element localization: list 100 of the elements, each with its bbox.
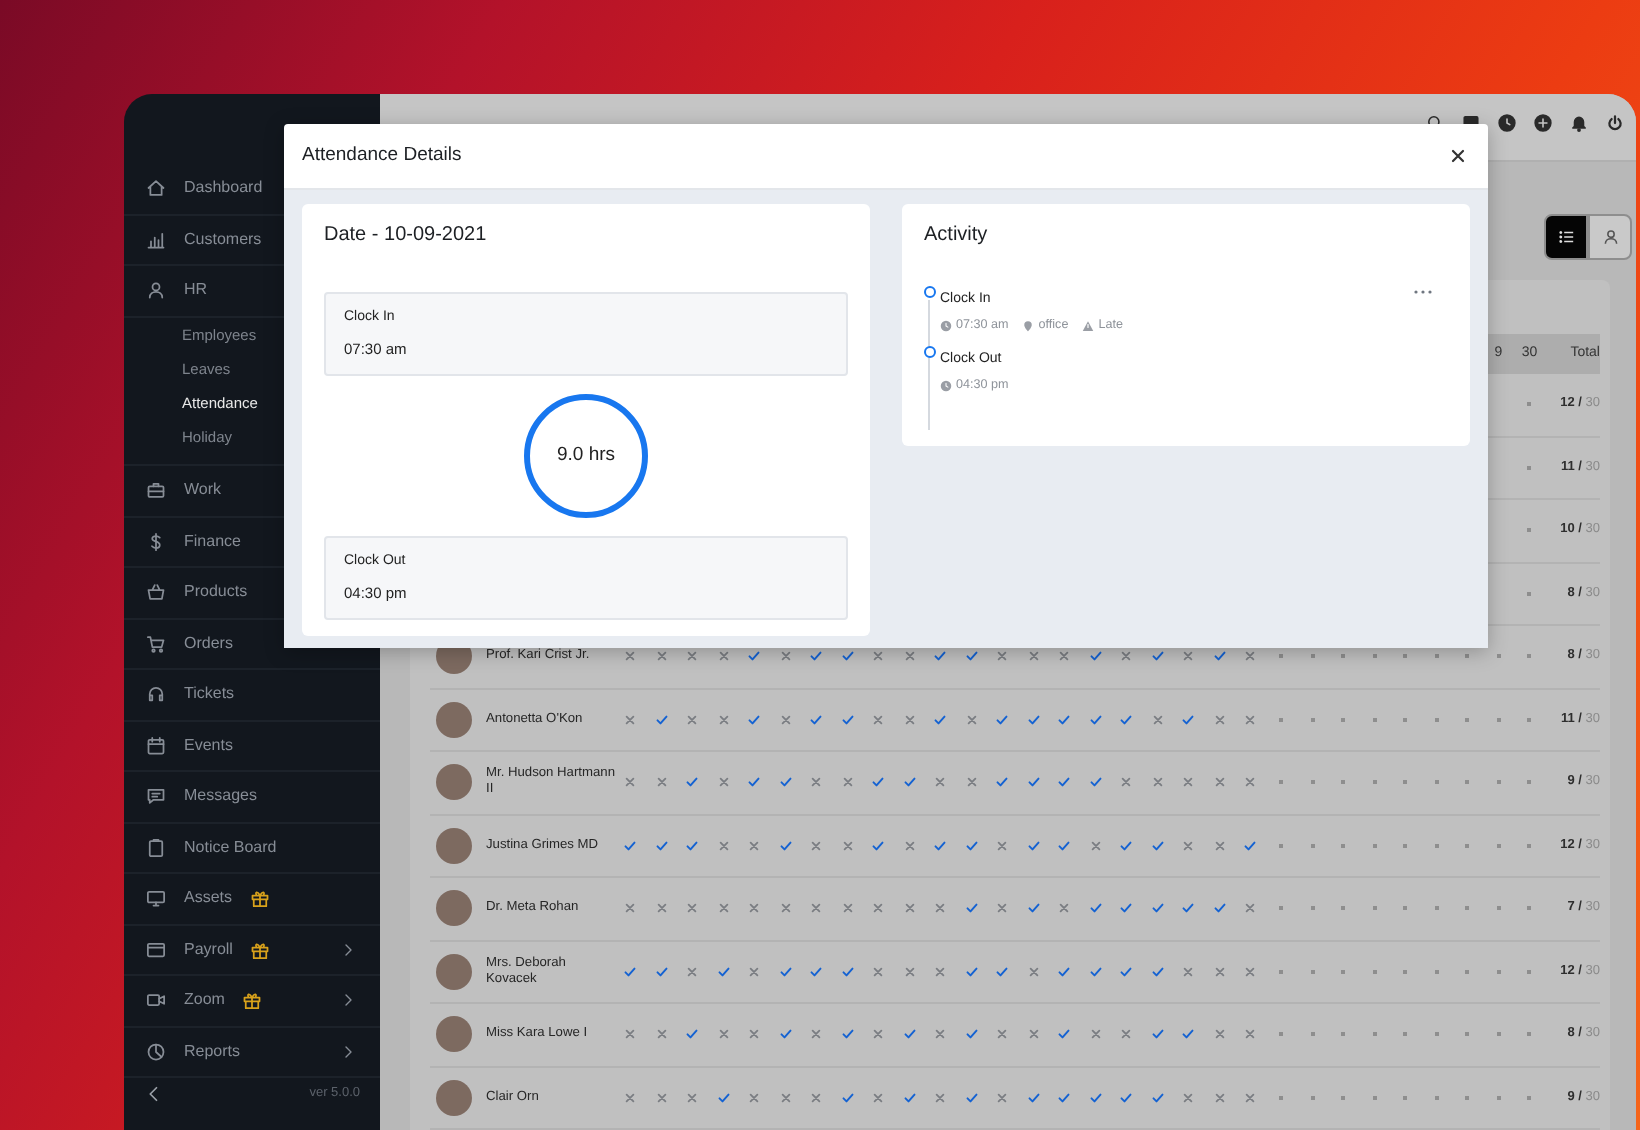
check-icon <box>1089 776 1102 789</box>
check-icon <box>1151 965 1164 978</box>
person-icon <box>1601 228 1619 246</box>
cross-icon <box>996 902 1009 915</box>
cross-icon <box>903 650 916 663</box>
dash-icon <box>1433 1032 1440 1037</box>
dash-icon <box>1371 717 1378 722</box>
dash-icon <box>1433 654 1440 659</box>
cross-icon <box>686 902 699 915</box>
check-icon <box>965 1028 978 1041</box>
check-icon <box>841 1091 854 1104</box>
check-icon <box>903 1091 916 1104</box>
cross-icon <box>934 1028 947 1041</box>
cross-icon <box>903 902 916 915</box>
dash-icon <box>1464 654 1471 659</box>
check-icon <box>841 713 854 726</box>
check-icon <box>655 839 668 852</box>
dash-icon <box>1309 717 1316 722</box>
dash-icon <box>1464 843 1471 848</box>
dash-icon <box>1371 780 1378 785</box>
check-icon <box>1089 713 1102 726</box>
cross-icon <box>655 1028 668 1041</box>
list-view-button[interactable] <box>1544 214 1588 260</box>
more-options-icon[interactable] <box>1414 288 1432 296</box>
dash-icon <box>1340 1032 1347 1037</box>
check-icon <box>748 650 761 663</box>
notification-bell-icon[interactable] <box>1570 114 1588 132</box>
dash-icon <box>1433 780 1440 785</box>
cross-icon <box>748 839 761 852</box>
dash-icon <box>1526 717 1533 722</box>
home-icon <box>146 178 166 199</box>
dash-icon <box>1526 465 1533 470</box>
cross-icon <box>1027 965 1040 978</box>
video-camera-icon <box>146 990 166 1011</box>
check-icon <box>996 776 1009 789</box>
avatar-placeholder <box>436 1016 472 1053</box>
check-icon <box>1151 650 1164 663</box>
cross-icon <box>1151 776 1164 789</box>
cross-icon <box>1244 650 1257 663</box>
pie-chart-icon <box>146 1041 166 1062</box>
cross-icon <box>1182 650 1195 663</box>
card-title: Activity <box>924 224 990 248</box>
cross-icon <box>717 713 730 726</box>
cross-icon <box>1027 1028 1040 1041</box>
check-icon <box>624 839 637 852</box>
power-icon[interactable] <box>1606 114 1624 132</box>
dash-icon <box>1433 969 1440 974</box>
cross-icon <box>810 1091 823 1104</box>
dash-icon <box>1526 528 1533 533</box>
cross-icon <box>1182 1091 1195 1104</box>
cross-icon <box>686 1091 699 1104</box>
dash-icon <box>1371 843 1378 848</box>
timeline-dot <box>923 286 935 298</box>
avatar-placeholder <box>436 827 472 864</box>
hours-ring: 9.0 hrs <box>524 394 648 518</box>
cross-icon <box>872 902 885 915</box>
check-icon <box>686 1028 699 1041</box>
check-icon <box>1120 839 1133 852</box>
close-icon <box>1450 148 1466 164</box>
dash-icon <box>1402 1095 1409 1100</box>
dialog-title: Attendance Details <box>302 141 462 170</box>
cross-icon <box>1213 713 1226 726</box>
check-icon <box>779 839 792 852</box>
dash-icon <box>1278 906 1285 911</box>
cross-icon <box>686 650 699 663</box>
check-icon <box>1182 1028 1195 1041</box>
dash-icon <box>1402 717 1409 722</box>
cross-icon <box>1027 650 1040 663</box>
check-icon <box>1058 1028 1071 1041</box>
headset-icon <box>146 684 166 705</box>
calendar-icon <box>146 735 166 756</box>
check-icon <box>748 776 761 789</box>
cross-icon <box>624 1028 637 1041</box>
dash-icon <box>1433 906 1440 911</box>
cross-icon <box>1182 776 1195 789</box>
dash-icon <box>1464 1032 1471 1037</box>
check-icon <box>1120 1091 1133 1104</box>
check-icon <box>1182 902 1195 915</box>
check-icon <box>1089 902 1102 915</box>
cross-icon <box>1244 965 1257 978</box>
check-icon <box>1058 839 1071 852</box>
check-icon <box>1058 1091 1071 1104</box>
timeline-dot <box>923 346 935 359</box>
add-icon[interactable] <box>1534 114 1552 132</box>
cross-icon <box>872 713 885 726</box>
cross-icon <box>965 776 978 789</box>
check-icon <box>1027 776 1040 789</box>
avatar-placeholder <box>436 764 472 801</box>
cross-icon <box>996 1028 1009 1041</box>
dash-icon <box>1526 591 1533 596</box>
dash-icon <box>1371 1095 1378 1100</box>
check-icon <box>1151 839 1164 852</box>
cross-icon <box>655 902 668 915</box>
clock-icon[interactable] <box>1498 114 1516 132</box>
cross-icon <box>779 713 792 726</box>
cross-icon <box>1213 776 1226 789</box>
clock-icon <box>940 380 952 393</box>
cross-icon <box>1058 902 1071 915</box>
cross-icon <box>686 713 699 726</box>
check-icon <box>1120 965 1133 978</box>
